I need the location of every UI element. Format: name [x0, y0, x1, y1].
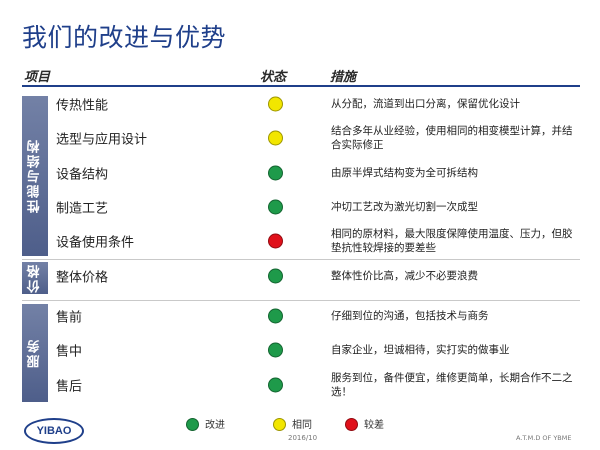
status-indicator-icon	[268, 165, 283, 181]
footer: YIBAO 改进 相同 较差 2016/10 A.T.M.D OF YBME	[0, 412, 600, 450]
footer-date: 2016/10	[288, 434, 318, 442]
row-item-label: 售前	[56, 310, 83, 326]
legend-dot-icon	[186, 418, 199, 431]
row-measure-text: 冲切工艺改为激光切割一次成型	[331, 201, 478, 213]
legend-label: 较差	[364, 420, 384, 431]
row-measure-text: 服务到位，备件便宜，维修更简单，长期合作不二之选！	[331, 372, 573, 398]
column-header-status: 状态	[260, 70, 287, 85]
yibao-logo: YIBAO	[24, 418, 84, 444]
column-header-item: 项目	[24, 70, 51, 85]
group-divider	[22, 259, 580, 260]
legend-dot-icon	[273, 418, 286, 431]
group-service: 服务	[22, 304, 48, 402]
status-indicator-icon	[268, 233, 283, 249]
row-item-label: 选型与应用设计	[56, 132, 148, 148]
row-measure-text: 相同的原材料，最大限度保障使用温度、压力，但胶垫抗性较焊接的要差些	[331, 228, 573, 254]
row-item-label: 售中	[56, 344, 83, 360]
legend-label: 改进	[205, 420, 225, 431]
row-measure-text: 自家企业，坦诚相待，实打实的做事业	[331, 344, 510, 356]
column-header-measure: 措施	[330, 70, 357, 85]
status-indicator-icon	[268, 96, 283, 112]
header-divider	[22, 85, 580, 87]
status-indicator-icon	[268, 342, 283, 358]
group-price: 价格	[22, 262, 48, 294]
status-indicator-icon	[268, 268, 283, 284]
row-measure-text: 仔细到位的沟通，包括技术与商务	[331, 310, 489, 322]
legend-label: 相同	[292, 420, 312, 431]
row-measure-text: 由原半焊式结构变为全可拆结构	[331, 167, 478, 179]
status-indicator-icon	[268, 377, 283, 393]
status-indicator-icon	[268, 130, 283, 146]
group-performance-structure: 性能与结构	[22, 96, 48, 256]
footer-copyright: A.T.M.D OF YBME	[516, 434, 572, 442]
legend-dot-icon	[345, 418, 358, 431]
group-divider	[22, 300, 580, 301]
row-measure-text: 整体性价比高，减少不必要浪费	[331, 270, 478, 282]
page-title: 我们的改进与优势	[22, 23, 227, 52]
row-measure-text: 从分配，流道到出口分离，保留优化设计	[331, 98, 520, 110]
status-indicator-icon	[268, 308, 283, 324]
row-measure-text: 结合多年从业经验，使用相同的相变模型计算，并结合实际修正	[331, 125, 573, 151]
group-label: 服务	[27, 338, 43, 368]
row-item-label: 传热性能	[56, 98, 109, 114]
row-item-label: 设备结构	[56, 167, 109, 183]
group-label: 价格	[27, 263, 43, 293]
row-item-label: 设备使用条件	[56, 235, 135, 251]
status-indicator-icon	[268, 199, 283, 215]
row-item-label: 制造工艺	[56, 201, 109, 217]
group-label: 性能与结构	[27, 138, 43, 214]
row-item-label: 整体价格	[56, 270, 109, 286]
row-item-label: 售后	[56, 379, 83, 395]
